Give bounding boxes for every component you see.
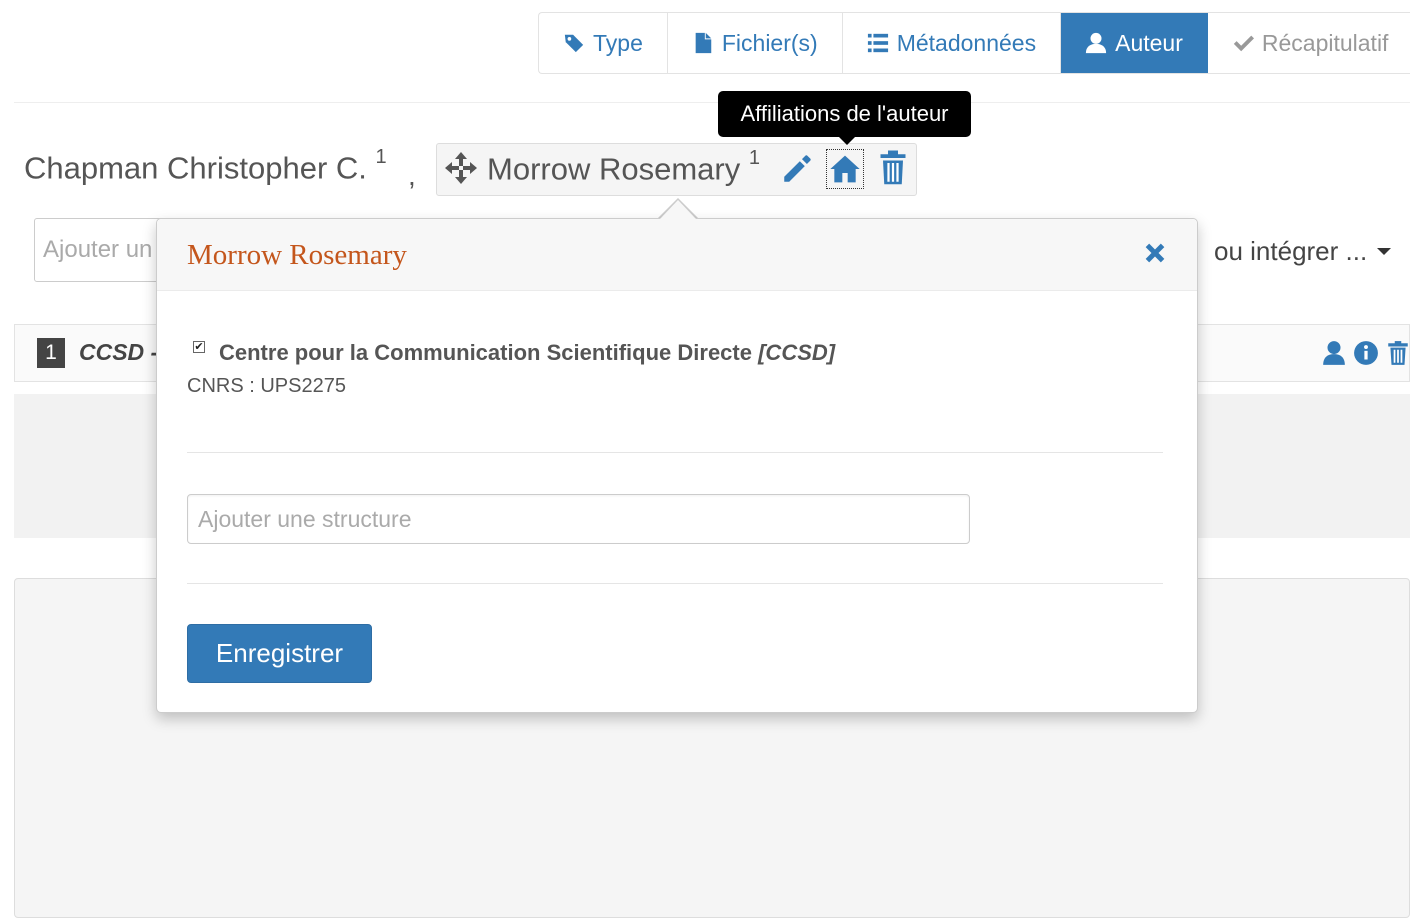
divider bbox=[187, 583, 1163, 584]
move-icon[interactable] bbox=[445, 152, 477, 184]
tooltip-arrow bbox=[838, 136, 856, 145]
author-name: Morrow Rosemary bbox=[487, 151, 741, 187]
affiliation-number: 1 bbox=[748, 147, 760, 169]
tooltip: Affiliations de l'auteur bbox=[718, 91, 971, 137]
divider bbox=[187, 452, 1163, 453]
tab-label: Fichier(s) bbox=[721, 29, 818, 56]
tab-type[interactable]: Type bbox=[539, 13, 668, 73]
author-item-1[interactable]: Chapman Christopher C. 1 bbox=[24, 146, 387, 186]
user-icon[interactable] bbox=[1321, 339, 1347, 367]
wizard-tabs: Type Fichier(s) Métadonnées Auteur Récap… bbox=[538, 12, 1410, 74]
tab-label: Récapitulatif bbox=[1261, 29, 1389, 56]
tab-label: Type bbox=[593, 29, 643, 56]
integrate-label: ou intégrer ... bbox=[1214, 236, 1368, 266]
affiliation-acronym: [CCSD] bbox=[758, 340, 836, 365]
affiliations-popover: Morrow Rosemary ✔ Centre pour la Communi… bbox=[156, 218, 1198, 713]
tab-label: Auteur bbox=[1115, 29, 1183, 56]
home-icon[interactable] bbox=[826, 149, 864, 189]
tab-summary[interactable]: Récapitulatif bbox=[1208, 13, 1410, 73]
trash-icon[interactable] bbox=[878, 150, 908, 186]
tab-author[interactable]: Auteur bbox=[1061, 13, 1208, 73]
affiliation-code: CNRS : UPS2275 bbox=[187, 375, 346, 397]
trash-icon[interactable] bbox=[1385, 339, 1410, 367]
save-button[interactable]: Enregistrer bbox=[187, 624, 372, 683]
author-item-2[interactable]: Morrow Rosemary 1 bbox=[436, 143, 917, 196]
affiliation-name: Centre pour la Communication Scientifiqu… bbox=[219, 340, 835, 366]
caret-down-icon bbox=[1377, 248, 1392, 255]
author-name: Chapman Christopher C. bbox=[24, 150, 367, 186]
structure-search-input[interactable] bbox=[187, 494, 970, 544]
structure-code: CCSD - bbox=[79, 339, 159, 365]
check-icon bbox=[1232, 32, 1254, 54]
affiliation-checkbox[interactable]: ✔ bbox=[193, 341, 205, 353]
list-icon bbox=[867, 32, 889, 54]
tab-metadata[interactable]: Métadonnées bbox=[843, 13, 1062, 73]
structure-number-badge: 1 bbox=[37, 338, 65, 368]
affiliation-number: 1 bbox=[375, 146, 387, 168]
tab-files[interactable]: Fichier(s) bbox=[668, 13, 843, 73]
header-divider bbox=[14, 102, 1410, 103]
popover-arrow-inner bbox=[660, 200, 696, 219]
author-name-with-affiliation: Morrow Rosemary 1 bbox=[487, 147, 760, 187]
affiliation-label: Centre pour la Communication Scientifiqu… bbox=[219, 340, 752, 365]
structure-row-actions bbox=[1321, 339, 1410, 367]
integrate-dropdown[interactable]: ou intégrer ... bbox=[1214, 236, 1392, 267]
user-icon bbox=[1085, 32, 1107, 54]
tab-label: Métadonnées bbox=[896, 29, 1037, 56]
tag-icon bbox=[563, 32, 585, 54]
info-icon[interactable] bbox=[1353, 339, 1379, 367]
pencil-icon[interactable] bbox=[780, 152, 814, 186]
popover-title: Morrow Rosemary bbox=[187, 239, 407, 271]
file-icon bbox=[692, 32, 714, 54]
close-icon[interactable] bbox=[1141, 239, 1169, 267]
author-separator: , bbox=[408, 160, 416, 191]
popover-header: Morrow Rosemary bbox=[157, 219, 1197, 291]
